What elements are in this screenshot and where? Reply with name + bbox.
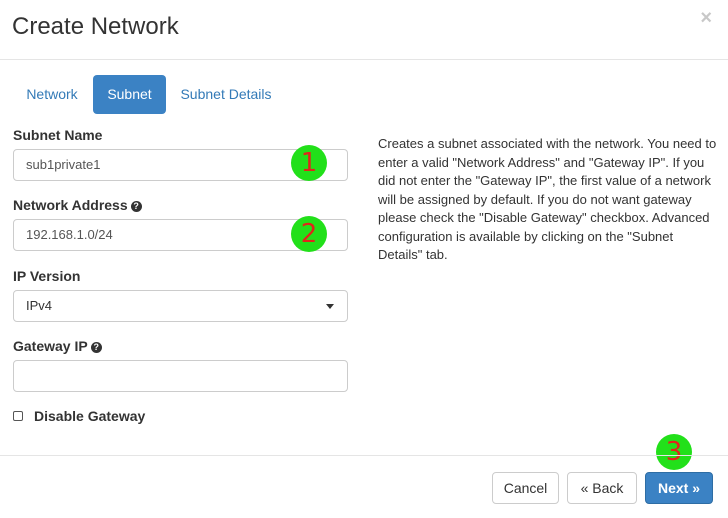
subnet-name-label: Subnet Name [13,127,103,143]
ip-version-value: IPv4 [26,298,53,313]
footer-divider [0,455,728,456]
gateway-ip-input[interactable] [13,360,348,392]
help-icon[interactable]: ? [130,201,142,212]
step-marker-3: 3 [656,434,692,470]
step-marker-2: 2 [291,216,327,252]
close-icon[interactable]: × [700,8,712,28]
next-button[interactable]: Next » [645,472,713,504]
tab-network[interactable]: Network [12,75,92,114]
tab-subnet-details[interactable]: Subnet Details [172,75,280,114]
modal-title: Create Network [12,13,179,40]
ip-version-select[interactable]: IPv4 [13,290,348,322]
help-text: Creates a subnet associated with the net… [378,136,717,262]
network-address-label: Network Address? [13,197,142,213]
ip-version-label: IP Version [13,268,81,284]
help-icon[interactable]: ? [90,342,102,353]
disable-gateway-label[interactable]: Disable Gateway [34,408,145,424]
gateway-ip-label: Gateway IP? [13,338,102,354]
modal-header: Create Network × [0,0,728,60]
back-button[interactable]: « Back [567,472,637,504]
caret-down-icon [326,304,334,309]
cancel-button[interactable]: Cancel [492,472,559,504]
disable-gateway-checkbox[interactable] [13,411,23,421]
tab-subnet[interactable]: Subnet [93,75,166,114]
step-marker-1: 1 [291,145,327,181]
